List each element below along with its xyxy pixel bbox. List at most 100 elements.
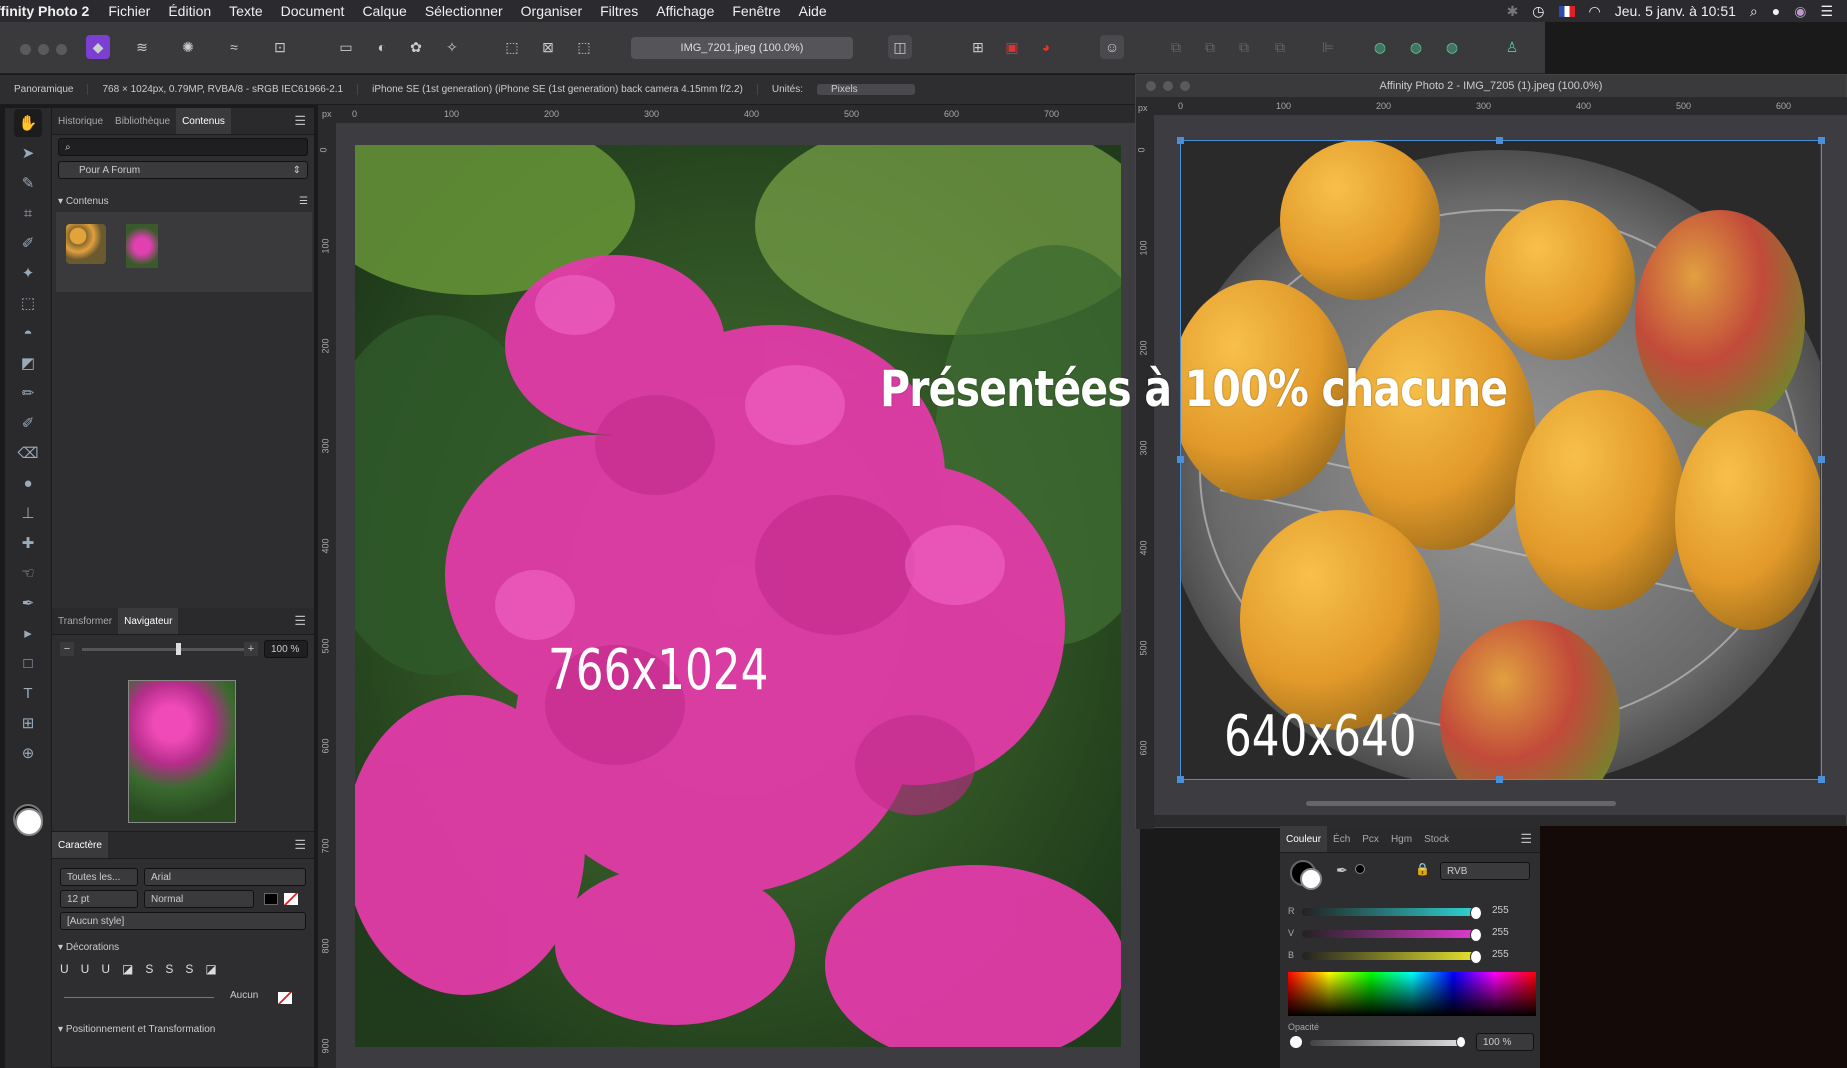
navigator-preview[interactable] xyxy=(128,680,236,823)
tab-navigator[interactable]: Navigateur xyxy=(118,608,179,634)
zoom-out-button[interactable]: − xyxy=(60,642,74,656)
menu-fichier[interactable]: Fichier xyxy=(99,3,159,19)
boolean-intersect-icon[interactable]: ◍ xyxy=(1440,35,1464,59)
color-spectrum[interactable] xyxy=(1288,972,1536,1016)
color-model-select[interactable]: RVB xyxy=(1440,862,1530,880)
develop-persona-icon[interactable]: ✺ xyxy=(176,35,200,59)
boolean-add-icon[interactable]: ◍ xyxy=(1368,35,1392,59)
levels-icon[interactable]: ◐ xyxy=(370,35,394,59)
no-color-icon-2[interactable]: ◪ xyxy=(205,962,216,980)
window-close-button[interactable] xyxy=(1146,81,1156,91)
text-tool-icon[interactable]: T xyxy=(14,679,42,707)
tab-brushes[interactable]: Pcx xyxy=(1356,834,1385,845)
color-wheel-icon[interactable]: ✿ xyxy=(404,35,428,59)
double-strike-icon[interactable]: S xyxy=(165,962,173,980)
lock-icon[interactable]: 🔒 xyxy=(1415,862,1430,876)
double-underline-icon[interactable]: U xyxy=(81,962,90,980)
wifi-icon[interactable]: ◠ xyxy=(1589,3,1601,20)
account-icon[interactable]: ♙ xyxy=(1500,35,1524,59)
font-weight-select[interactable]: Normal xyxy=(144,890,254,908)
window-close-button[interactable] xyxy=(20,44,31,55)
user-icon[interactable]: ● xyxy=(1772,3,1780,19)
liquify-persona-icon[interactable]: ≋ xyxy=(130,35,154,59)
font-size-select[interactable]: 12 pt xyxy=(60,890,138,908)
vertical-ruler-2[interactable]: px 0 100 200 300 400 500 600 xyxy=(1136,97,1154,829)
paint-brush-icon[interactable]: ✏ xyxy=(14,379,42,407)
horizontal-scrollbar[interactable] xyxy=(1306,801,1616,806)
export-persona-icon[interactable]: ⊡ xyxy=(268,35,292,59)
siri-icon[interactable]: ◉ xyxy=(1794,3,1806,20)
deselect-icon[interactable]: ⊠ xyxy=(536,35,560,59)
panel-menu-icon[interactable]: ☰ xyxy=(294,613,306,629)
underline-icon[interactable]: U xyxy=(60,962,69,980)
secondary-color-well[interactable] xyxy=(1300,868,1322,890)
selection-handle[interactable] xyxy=(1496,137,1503,144)
auto-adjust-icon[interactable]: ✧ xyxy=(440,35,464,59)
app-menu[interactable]: ffinity Photo 2 xyxy=(0,3,99,19)
selection-brush-icon[interactable]: ✐ xyxy=(14,229,42,257)
text-color-swatch[interactable] xyxy=(264,893,278,905)
tab-swatches[interactable]: Éch xyxy=(1327,834,1356,845)
red-eye-icon[interactable]: ✒ xyxy=(14,589,42,617)
channel-g-slider[interactable] xyxy=(1302,928,1482,942)
clone-stamp-icon[interactable]: ⊥ xyxy=(14,499,42,527)
photo-persona-icon[interactable]: ◆ xyxy=(86,35,110,59)
eraser-icon[interactable]: ⌫ xyxy=(14,439,42,467)
window-title-bar[interactable]: Affinity Photo 2 - IMG_7205 (1).jpeg (10… xyxy=(1136,75,1846,97)
panel-menu-icon[interactable]: ☰ xyxy=(294,113,306,129)
selection-handle[interactable] xyxy=(1177,456,1184,463)
zoom-tool-icon[interactable]: ⊕ xyxy=(14,739,42,767)
clock-icon[interactable]: ◷ xyxy=(1532,3,1544,20)
slider-handle[interactable] xyxy=(1470,950,1482,964)
invert-selection-icon[interactable]: ⬚ xyxy=(572,35,596,59)
horizontal-ruler-2[interactable]: 0 100 200 300 400 500 600 xyxy=(1154,97,1847,115)
decorations-header[interactable]: ▾ Décorations xyxy=(58,938,308,956)
font-family-select[interactable]: Arial xyxy=(144,868,306,886)
stroke-color-swatch[interactable] xyxy=(278,992,292,1004)
bougainvillea-photo[interactable] xyxy=(315,115,1175,1065)
flood-fill-icon[interactable]: ◓ xyxy=(14,319,42,347)
control-center-icon[interactable]: ☰ xyxy=(1820,3,1833,20)
menu-calque[interactable]: Calque xyxy=(353,3,415,19)
dodge-brush-icon[interactable]: ✐ xyxy=(14,409,42,437)
slider-handle[interactable] xyxy=(1470,928,1482,942)
search-input[interactable]: ⌕ xyxy=(58,138,308,156)
zoom-slider[interactable] xyxy=(82,648,252,651)
tab-character[interactable]: Caractère xyxy=(52,832,108,858)
tab-library[interactable]: Bibliothèque xyxy=(109,116,176,127)
panel-menu-icon[interactable]: ☰ xyxy=(294,837,306,853)
gradient-tool-icon[interactable]: ◩ xyxy=(14,349,42,377)
selection-handle[interactable] xyxy=(1818,776,1825,783)
align-icon[interactable]: ⊫ xyxy=(1316,35,1340,59)
tab-transform[interactable]: Transformer xyxy=(52,616,118,627)
datetime[interactable]: Jeu. 5 janv. à 10:51 xyxy=(1615,3,1736,19)
window-minimize-button[interactable] xyxy=(38,44,49,55)
menu-selectionner[interactable]: Sélectionner xyxy=(416,3,512,19)
stroke-slider[interactable] xyxy=(64,997,214,998)
horizontal-ruler[interactable]: px 0 100 200 300 400 500 600 700 xyxy=(318,105,1140,123)
marquee-select-icon[interactable]: ⬚ xyxy=(500,35,524,59)
document-title-field[interactable]: IMG_7201.jpeg (100.0%) xyxy=(631,37,853,59)
opacity-slider-handle[interactable] xyxy=(1456,1036,1466,1048)
selection-handle[interactable] xyxy=(1818,456,1825,463)
histogram-icon[interactable]: ▭ xyxy=(334,35,358,59)
thumbnail-mangoes[interactable] xyxy=(66,224,106,264)
channel-b-value[interactable]: 255 xyxy=(1492,949,1509,960)
crop-tool-icon[interactable]: ⌗ xyxy=(14,199,42,227)
opacity-slider[interactable] xyxy=(1310,1040,1460,1046)
window-zoom-button[interactable] xyxy=(56,44,67,55)
window-zoom-button[interactable] xyxy=(1180,81,1190,91)
tone-mapping-persona-icon[interactable]: ≈ xyxy=(222,35,246,59)
menu-fenetre[interactable]: Fenêtre xyxy=(723,3,789,19)
eyedropper-icon[interactable]: ✒ xyxy=(1336,862,1348,879)
no-color-icon[interactable]: ◪ xyxy=(122,962,133,980)
flood-select-icon[interactable]: ✦ xyxy=(14,259,42,287)
tab-color[interactable]: Couleur xyxy=(1280,826,1328,852)
slider-handle[interactable] xyxy=(1470,906,1482,920)
window-minimize-button[interactable] xyxy=(1163,81,1173,91)
text-background-swatch[interactable] xyxy=(284,893,298,905)
text-style-select[interactable]: [Aucun style] xyxy=(60,912,306,930)
units-select[interactable]: Pixels xyxy=(816,84,915,95)
channel-r-value[interactable]: 255 xyxy=(1492,905,1509,916)
positioning-header[interactable]: ▾ Positionnement et Transformation xyxy=(58,1020,308,1038)
